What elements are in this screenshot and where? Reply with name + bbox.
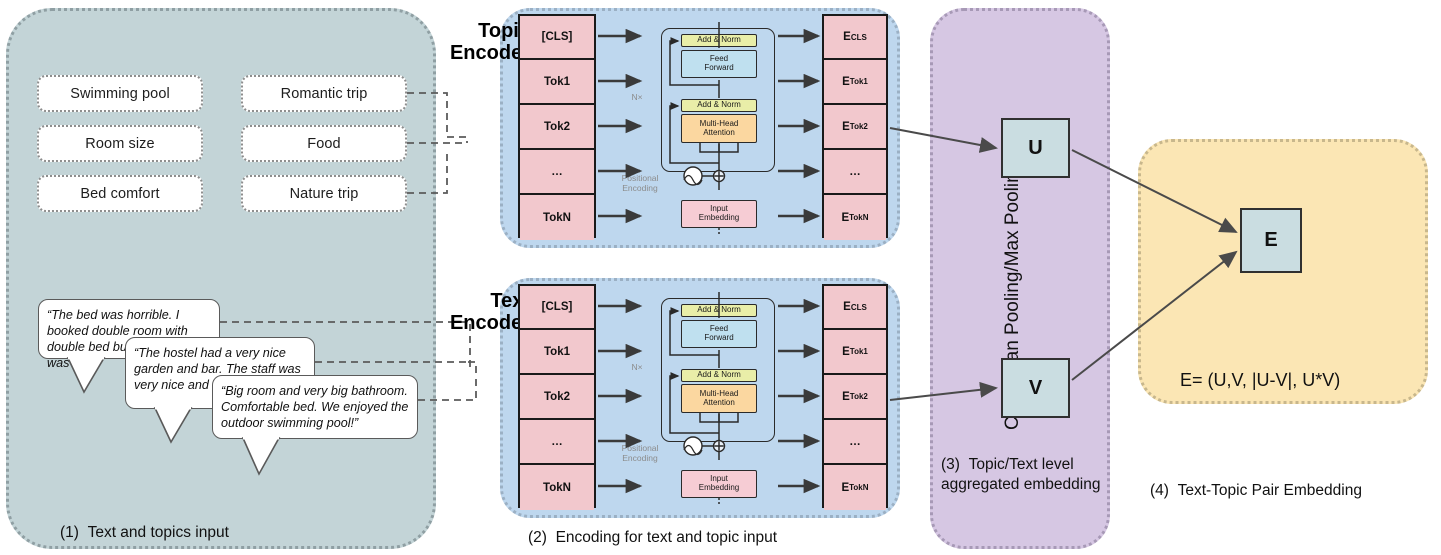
caption-panel-2: (2) Encoding for text and topic input — [528, 528, 777, 548]
caption-3-text: Topic/Text level aggregated embedding — [941, 456, 1101, 494]
aggregation-arrows — [889, 127, 1238, 401]
caption-2-number: (2) — [528, 529, 547, 546]
caption-panel-3: (3) Topic/Text level aggregated embeddin… — [941, 455, 1106, 495]
caption-4-number: (4) — [1150, 482, 1169, 499]
diagram-canvas: Swimming pool Room size Bed comfort Roma… — [0, 0, 1441, 555]
caption-panel-4: (4) Text-Topic Pair Embedding — [1150, 481, 1362, 501]
caption-4-text: Text-Topic Pair Embedding — [1177, 482, 1362, 499]
caption-panel-1: (1) Text and topics input — [60, 523, 229, 543]
caption-2-text: Encoding for text and topic input — [555, 529, 778, 546]
caption-3-number: (3) — [941, 456, 960, 473]
caption-1-number: (1) — [60, 524, 79, 541]
caption-1-text: Text and topics input — [87, 524, 229, 541]
